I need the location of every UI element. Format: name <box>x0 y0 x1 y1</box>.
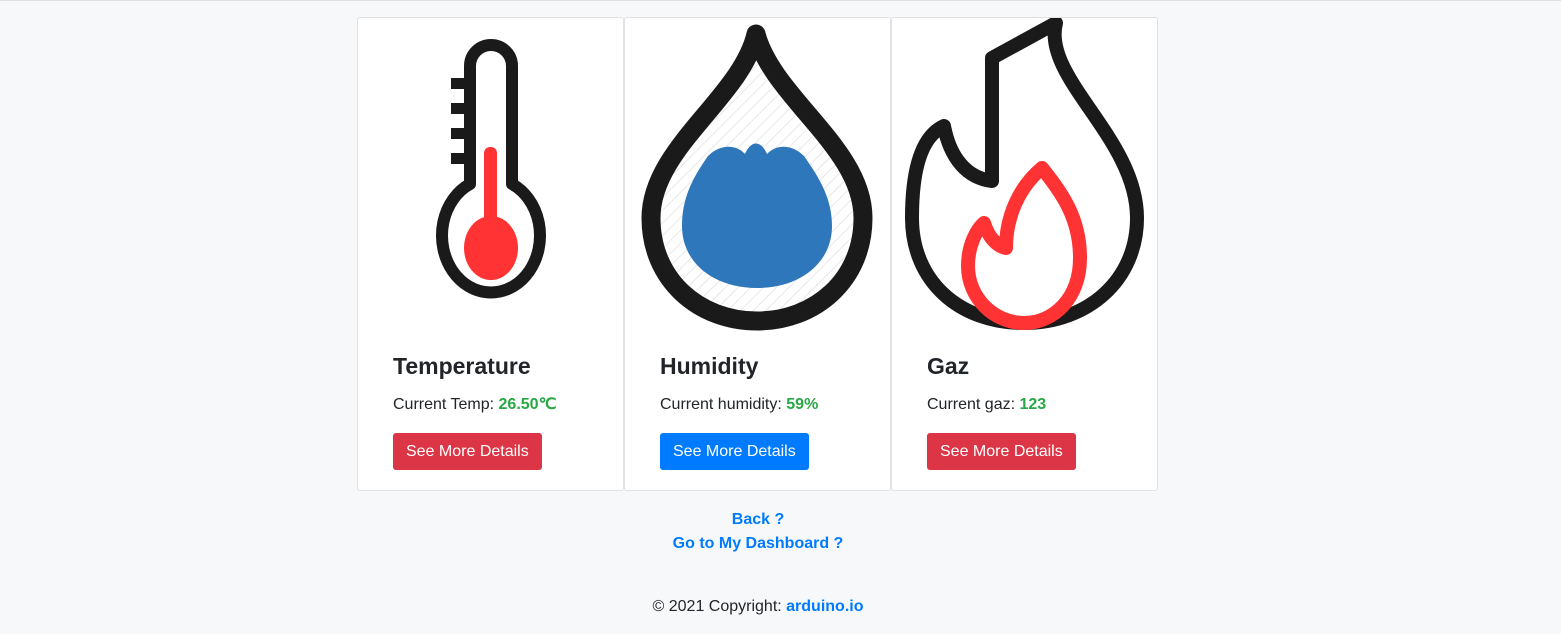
card-title: Humidity <box>660 353 759 379</box>
temperature-card: Temperature Current Temp: 26.50℃ See Mor… <box>357 17 624 491</box>
footer: © 2021 Copyright: arduino.io <box>0 597 1516 617</box>
gaz-card-body: Gaz Current gaz: 123 See More Details <box>927 352 1076 470</box>
card-title: Gaz <box>927 353 970 379</box>
humidity-reading: 59% <box>786 396 819 413</box>
back-link[interactable]: Back ? <box>0 508 1516 532</box>
humidity-card-body: Humidity Current humidity: 59% See More … <box>660 352 818 470</box>
gaz-card: Gaz Current gaz: 123 See More Details <box>891 17 1158 491</box>
humidity-card: Humidity Current humidity: 59% See More … <box>624 17 891 491</box>
dashboard-link[interactable]: Go to My Dashboard ? <box>0 532 1516 556</box>
flame-icon <box>892 18 1157 338</box>
card-text: Current humidity: 59% <box>660 395 818 415</box>
card-text: Current gaz: 123 <box>927 395 1076 415</box>
card-text: Current Temp: 26.50℃ <box>393 395 557 415</box>
reading-label: Current gaz: <box>927 396 1020 413</box>
site-link[interactable]: arduino.io <box>786 598 863 615</box>
gaz-reading: 123 <box>1019 396 1047 413</box>
water-drop-icon <box>625 18 890 338</box>
reading-label: Current humidity: <box>660 396 787 413</box>
temperature-details-button[interactable]: See More Details <box>393 433 542 470</box>
humidity-details-button[interactable]: See More Details <box>660 433 809 470</box>
thermometer-icon <box>358 18 623 338</box>
temperature-reading: 26.50℃ <box>498 396 557 413</box>
top-divider <box>0 0 1561 1</box>
sensor-cards: Temperature Current Temp: 26.50℃ See Mor… <box>357 17 1158 491</box>
navigation-links: Back ? Go to My Dashboard ? <box>0 508 1516 556</box>
reading-label: Current Temp: <box>393 396 499 413</box>
copyright-text: © 2021 Copyright: <box>652 598 787 615</box>
card-title: Temperature <box>393 353 531 379</box>
gaz-details-button[interactable]: See More Details <box>927 433 1076 470</box>
temperature-card-body: Temperature Current Temp: 26.50℃ See Mor… <box>393 352 557 470</box>
